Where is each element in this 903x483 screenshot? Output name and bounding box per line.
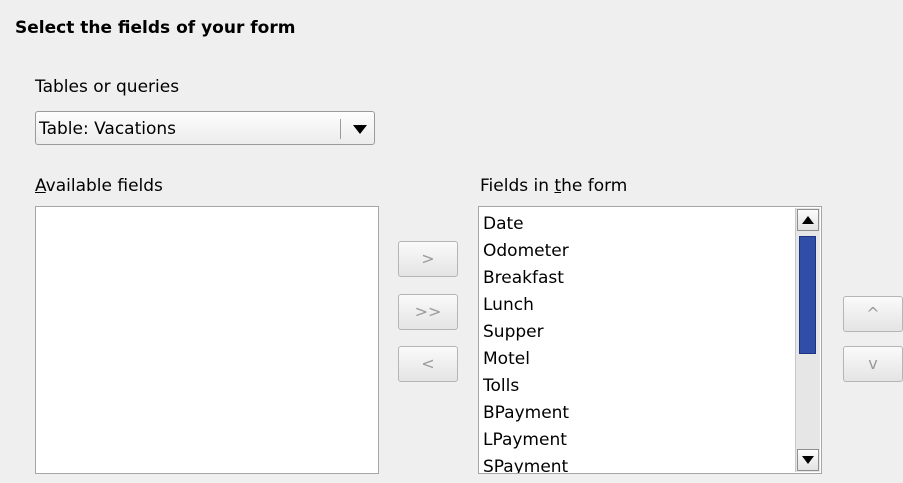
available-fields-list[interactable]: [35, 206, 379, 474]
form-field-item[interactable]: Motel: [483, 347, 569, 374]
form-field-item[interactable]: Supper: [483, 320, 569, 347]
move-selected-right-button[interactable]: >: [398, 241, 458, 277]
scroll-thumb[interactable]: [799, 236, 816, 354]
tables-or-queries-select[interactable]: Table: Vacations: [35, 111, 375, 145]
move-field-down-button[interactable]: v: [843, 346, 903, 382]
available-fields-label: Available fields: [35, 176, 163, 196]
scroll-up-icon[interactable]: [797, 209, 819, 231]
form-fields-scrollbar[interactable]: [795, 208, 820, 472]
fields-in-form-label: Fields in the form: [480, 176, 628, 196]
selected-table-value: Table: Vacations: [39, 119, 177, 139]
form-field-item[interactable]: BPayment: [483, 401, 569, 428]
form-fields-items: Date Odometer Breakfast Lunch Supper Motel Tol…: [483, 212, 569, 473]
chevron-down-icon[interactable]: [353, 125, 367, 134]
form-field-item[interactable]: SPayment: [483, 455, 569, 473]
tables-or-queries-label: Tables or queries: [35, 77, 180, 97]
form-field-item[interactable]: Odometer: [483, 239, 569, 266]
select-divider: [340, 119, 341, 139]
form-field-item[interactable]: Lunch: [483, 293, 569, 320]
fields-in-form-list[interactable]: Date Odometer Breakfast Lunch Supper Motel Tol…: [478, 206, 822, 474]
form-field-item[interactable]: Tolls: [483, 374, 569, 401]
form-field-item[interactable]: Breakfast: [483, 266, 569, 293]
form-field-item[interactable]: LPayment: [483, 428, 569, 455]
page-title: Select the fields of your form: [15, 18, 296, 38]
move-all-right-button[interactable]: >>: [398, 294, 458, 330]
move-selected-left-button[interactable]: <: [398, 346, 458, 382]
scroll-down-icon[interactable]: [797, 449, 819, 471]
move-field-up-button[interactable]: ^: [843, 296, 903, 332]
form-field-item[interactable]: Date: [483, 212, 569, 239]
